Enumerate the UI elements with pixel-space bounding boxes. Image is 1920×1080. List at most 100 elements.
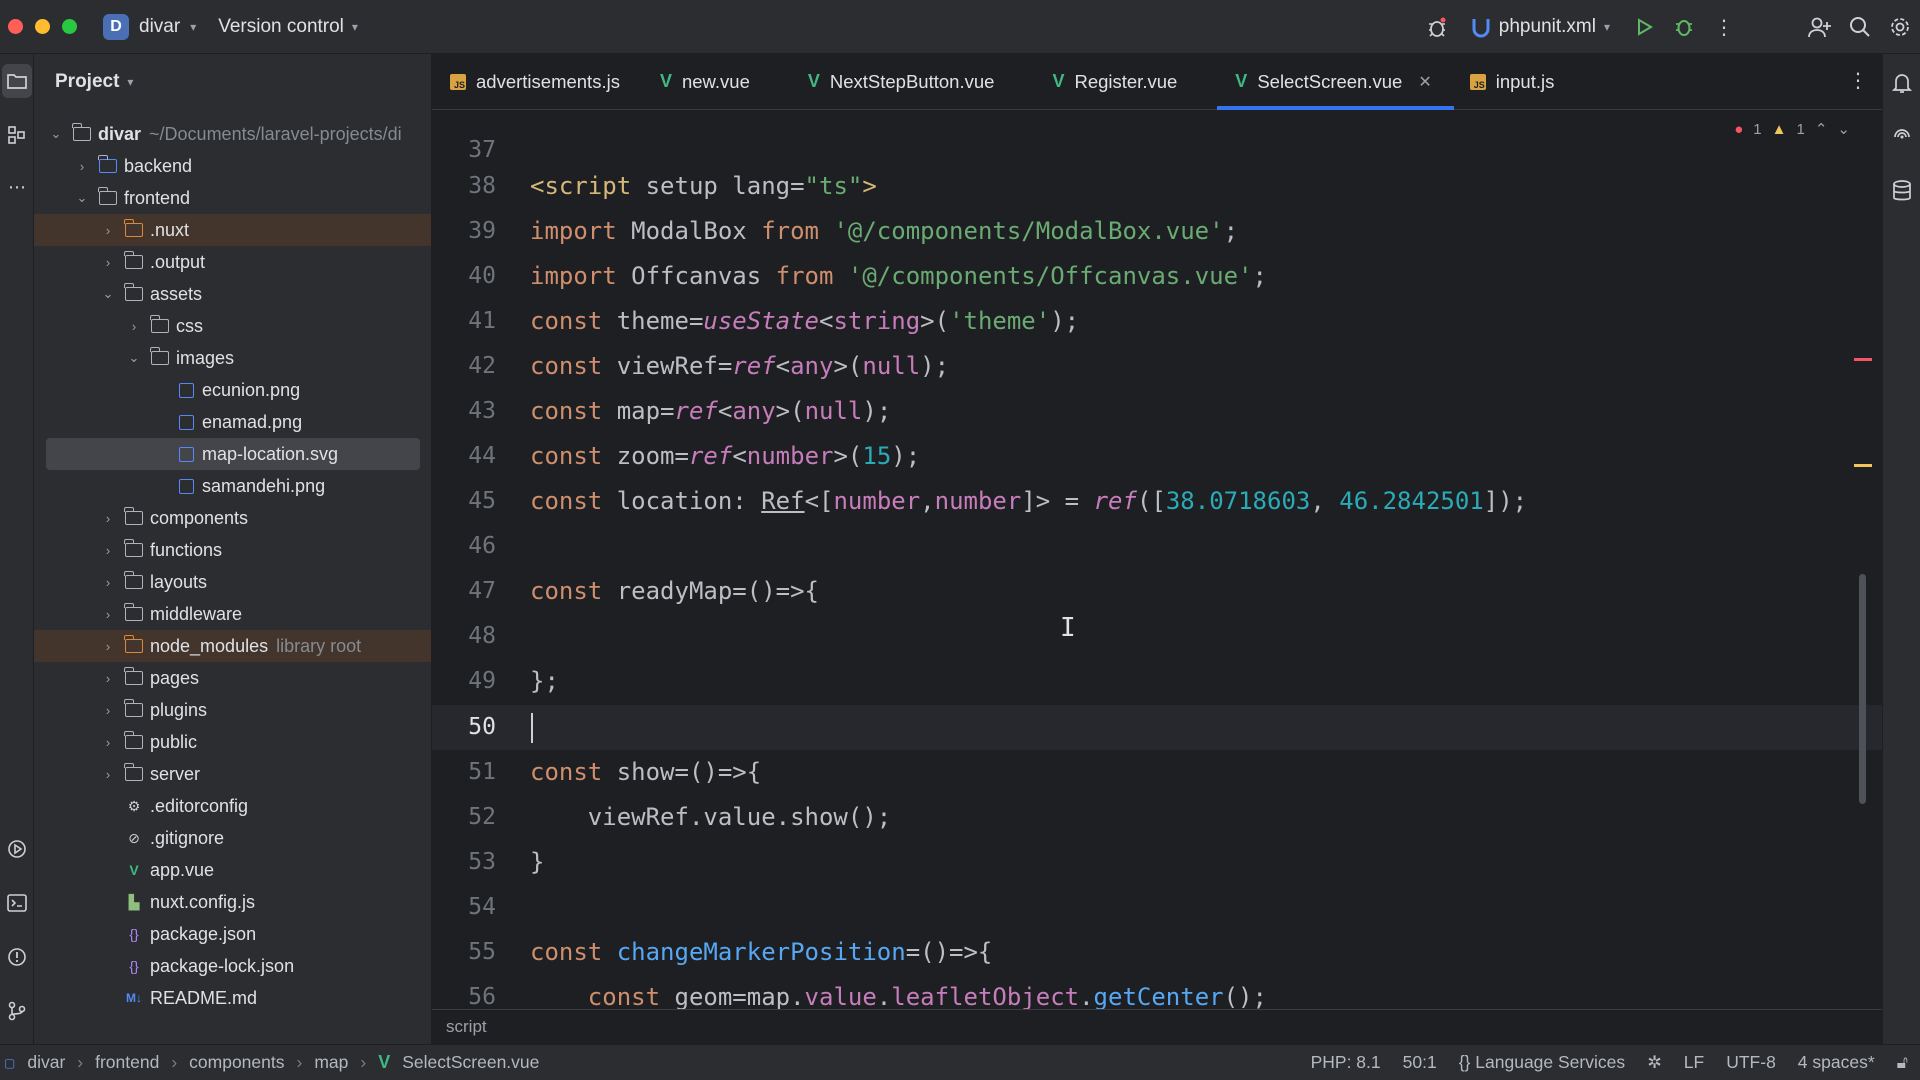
tree-item-output[interactable]: › .output bbox=[34, 246, 431, 278]
chevron-up-icon[interactable]: ⌃ bbox=[1815, 120, 1828, 138]
tree-item-file[interactable]: {} package-lock.json bbox=[34, 950, 431, 982]
tree-item-file[interactable]: ⚙ .editorconfig bbox=[34, 790, 431, 822]
tree-item-images[interactable]: ⌄ images bbox=[34, 342, 431, 374]
editor-breadcrumb[interactable]: script bbox=[432, 1009, 1882, 1044]
tree-item-components[interactable]: › components bbox=[34, 502, 431, 534]
caret-position-widget[interactable]: 50:1 bbox=[1403, 1052, 1437, 1073]
tree-item-file[interactable]: ▙ nuxt.config.js bbox=[34, 886, 431, 918]
tab-register-vue[interactable]: V Register.vue bbox=[1016, 54, 1199, 110]
tab-new-vue[interactable]: V new.vue bbox=[642, 54, 772, 110]
folder-icon bbox=[150, 347, 170, 367]
php-version-widget[interactable]: PHP: 8.1 bbox=[1311, 1052, 1381, 1073]
tree-item-file[interactable]: enamad.png bbox=[34, 406, 431, 438]
tree-item-backend[interactable]: › backend bbox=[34, 150, 431, 182]
tree-item-nuxt[interactable]: › .nuxt bbox=[34, 214, 431, 246]
debug-icon[interactable] bbox=[1664, 7, 1704, 47]
close-window-button[interactable] bbox=[8, 19, 23, 34]
tree-item-divar[interactable]: ⌄ divar ~/Documents/laravel-projects/di bbox=[34, 118, 431, 150]
project-tool-folder-icon[interactable] bbox=[2, 64, 32, 98]
nav-item-frontend[interactable]: frontend bbox=[95, 1052, 159, 1073]
tab-advertisements-js[interactable]: JS advertisements.js bbox=[432, 54, 642, 110]
tree-item-file[interactable]: samandehi.png bbox=[34, 470, 431, 502]
tree-item-plugins[interactable]: › plugins bbox=[34, 694, 431, 726]
tree-item-assets[interactable]: ⌄ assets bbox=[34, 278, 431, 310]
add-user-icon[interactable] bbox=[1800, 7, 1840, 47]
nav-item-map[interactable]: map bbox=[314, 1052, 348, 1073]
line-number: 47 bbox=[468, 578, 496, 604]
tree-item-server[interactable]: › server bbox=[34, 758, 431, 790]
tab-input-js[interactable]: JS input.js bbox=[1454, 54, 1577, 110]
error-stripe-marker[interactable] bbox=[1854, 358, 1872, 361]
code-line[interactable]: import ModalBox from '@/components/Modal… bbox=[530, 209, 1238, 254]
language-services-widget[interactable]: {} Language Services bbox=[1459, 1052, 1625, 1073]
encoding-widget[interactable]: UTF-8 bbox=[1726, 1052, 1776, 1073]
code-line[interactable]: <script setup lang="ts"> bbox=[530, 164, 877, 209]
tree-item-pages[interactable]: › pages bbox=[34, 662, 431, 694]
code-line[interactable]: } bbox=[530, 840, 544, 885]
code-line[interactable]: const show=()=>{ bbox=[530, 750, 761, 795]
notifications-bell-icon[interactable] bbox=[1885, 66, 1919, 100]
tree-item-functions[interactable]: › functions bbox=[34, 534, 431, 566]
tab-nextstepbutton-vue[interactable]: V NextStepButton.vue bbox=[772, 54, 1017, 110]
tree-item-layouts[interactable]: › layouts bbox=[34, 566, 431, 598]
nav-item-components[interactable]: components bbox=[189, 1052, 284, 1073]
tab-list-menu-icon[interactable]: ⋮ bbox=[1848, 68, 1868, 93]
code-line[interactable]: const location: Ref<[number,number]> = r… bbox=[530, 479, 1527, 524]
indent-widget[interactable]: 4 spaces* bbox=[1798, 1052, 1875, 1073]
code-line[interactable]: const viewRef=ref<any>(null); bbox=[530, 344, 949, 389]
inspection-widget[interactable]: ● 1 ▲ 1 ⌃ ⌄ bbox=[1734, 120, 1850, 139]
vertical-scrollbar[interactable] bbox=[1859, 574, 1866, 804]
code-line[interactable]: const changeMarkerPosition=()=>{ bbox=[530, 930, 992, 975]
zoom-window-button[interactable] bbox=[62, 19, 77, 34]
tree-item-file[interactable]: V app.vue bbox=[34, 854, 431, 886]
tree-item-file[interactable]: ⊘ .gitignore bbox=[34, 822, 431, 854]
nav-item-file[interactable]: SelectScreen.vue bbox=[402, 1052, 539, 1073]
terminal-icon[interactable] bbox=[0, 886, 34, 920]
code-line[interactable]: const map=ref<any>(null); bbox=[530, 389, 891, 434]
debug-bug-icon[interactable] bbox=[1417, 7, 1457, 47]
code-line[interactable]: const readyMap=()=>{ bbox=[530, 569, 819, 614]
problems-icon[interactable] bbox=[0, 940, 34, 974]
error-icon: ● bbox=[1734, 120, 1744, 138]
version-control-menu[interactable]: Version control ▾ bbox=[218, 16, 358, 38]
search-icon[interactable] bbox=[1840, 7, 1880, 47]
run-icon[interactable] bbox=[1624, 7, 1664, 47]
debug-bug-icon[interactable]: ✲ bbox=[1647, 1052, 1662, 1073]
minimize-window-button[interactable] bbox=[35, 19, 50, 34]
more-horizontal-icon[interactable]: ⋯ bbox=[0, 170, 34, 204]
left-tool-window-bar: ⋯ bbox=[0, 54, 34, 1044]
settings-gear-icon[interactable] bbox=[1880, 7, 1920, 47]
code-line[interactable]: }; bbox=[530, 659, 559, 704]
code-line[interactable]: import Offcanvas from '@/components/Offc… bbox=[530, 254, 1267, 299]
database-icon[interactable] bbox=[1885, 174, 1919, 208]
code-line[interactable]: viewRef.value.show(); bbox=[530, 795, 891, 840]
git-branch-icon[interactable] bbox=[0, 994, 34, 1028]
tree-item-frontend[interactable]: ⌄ frontend bbox=[34, 182, 431, 214]
tree-item-file[interactable]: {} package.json bbox=[34, 918, 431, 950]
tree-item-file[interactable]: ecunion.png bbox=[34, 374, 431, 406]
line-separator-widget[interactable]: LF bbox=[1684, 1052, 1704, 1073]
project-panel-header[interactable]: Project ▾ bbox=[34, 54, 431, 110]
lock-icon[interactable]: 🔓︎ bbox=[1897, 1052, 1908, 1073]
structure-icon[interactable] bbox=[0, 118, 34, 152]
close-tab-icon[interactable]: ✕ bbox=[1418, 72, 1431, 92]
breadcrumb-item[interactable]: script bbox=[446, 1017, 487, 1036]
warning-stripe-marker[interactable] bbox=[1854, 464, 1872, 467]
tree-item-node-modules[interactable]: › node_modules library root bbox=[34, 630, 431, 662]
tree-item-middleware[interactable]: › middleware bbox=[34, 598, 431, 630]
chevron-down-icon[interactable]: ⌄ bbox=[1837, 120, 1850, 138]
code-line[interactable]: const theme=useState<string>('theme'); bbox=[530, 299, 1079, 344]
tree-item-selected-file[interactable]: map-location.svg bbox=[46, 438, 420, 470]
run-configuration-selector[interactable]: phpunit.xml ▾ bbox=[1471, 16, 1610, 38]
project-switcher[interactable]: D divar ▾ bbox=[103, 13, 196, 40]
tree-item-file[interactable]: M↓ README.md bbox=[34, 982, 431, 1014]
nav-item-divar[interactable]: divar bbox=[27, 1052, 65, 1073]
services-run-icon[interactable] bbox=[0, 832, 34, 866]
tab-selectscreen-vue[interactable]: V SelectScreen.vue ✕ bbox=[1217, 54, 1455, 110]
more-vertical-icon[interactable]: ⋮ bbox=[1704, 7, 1744, 47]
ai-assistant-icon[interactable] bbox=[1885, 120, 1919, 154]
tree-item-label: divar bbox=[98, 123, 142, 144]
tree-item-public[interactable]: › public bbox=[34, 726, 431, 758]
tree-item-css[interactable]: › css bbox=[34, 310, 431, 342]
code-line[interactable]: const zoom=ref<number>(15); bbox=[530, 434, 920, 479]
